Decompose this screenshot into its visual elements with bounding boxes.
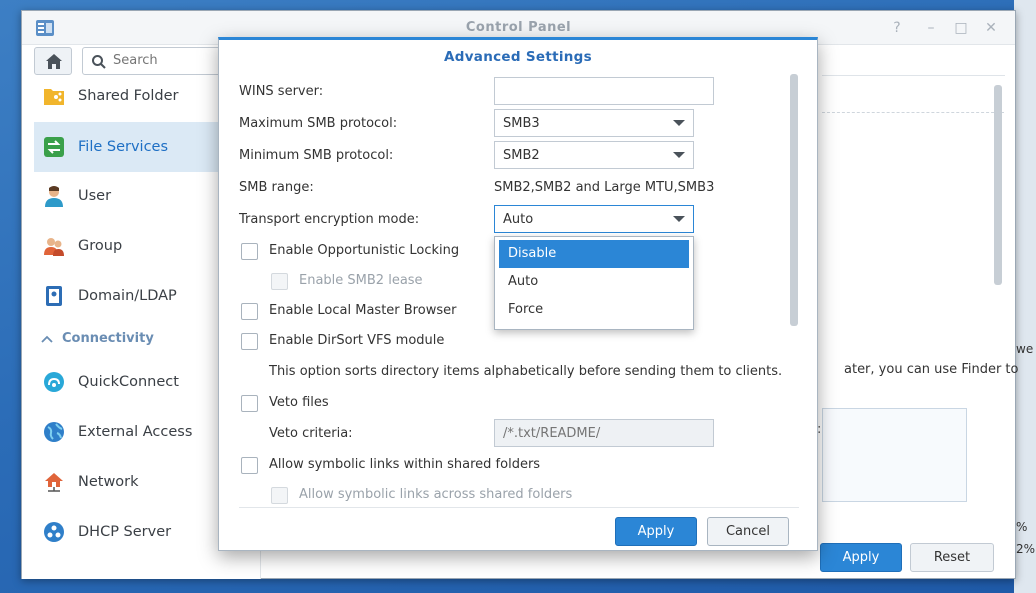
window-title: Control Panel xyxy=(465,20,572,35)
search-box[interactable] xyxy=(82,47,222,75)
cancel-button[interactable]: Cancel xyxy=(707,517,789,546)
file-services-icon xyxy=(42,135,66,159)
wins-server-label: WINS server: xyxy=(239,84,324,99)
transport-encryption-select[interactable]: Auto xyxy=(494,205,694,233)
opportunistic-locking-checkbox[interactable] xyxy=(241,243,258,260)
close-button[interactable]: ✕ xyxy=(982,19,1000,37)
transport-encryption-label: Transport encryption mode: xyxy=(239,212,420,227)
wins-server-field[interactable] xyxy=(494,77,714,105)
veto-files-label[interactable]: Veto files xyxy=(269,395,329,410)
dialog-title: Advanced Settings xyxy=(444,49,592,65)
chevron-up-icon xyxy=(41,335,53,343)
search-input[interactable] xyxy=(113,53,213,68)
sidebar-item-label: Shared Folder xyxy=(78,88,179,104)
chevron-down-icon xyxy=(673,120,685,126)
maximize-button[interactable]: □ xyxy=(952,19,970,37)
chevron-down-icon xyxy=(673,216,685,222)
edge-text-3: 2% xyxy=(1016,542,1036,556)
smb-range-label: SMB range: xyxy=(239,180,314,195)
min-smb-label: Minimum SMB protocol: xyxy=(239,148,394,163)
sidebar-item-label: Network xyxy=(78,474,139,490)
minimize-button[interactable]: – xyxy=(922,19,940,37)
max-smb-select[interactable]: SMB3 xyxy=(494,109,694,137)
group-icon xyxy=(42,234,66,258)
quickconnect-icon xyxy=(42,370,66,394)
dropdown-option-auto[interactable]: Auto xyxy=(499,268,689,296)
globe-icon xyxy=(42,420,66,444)
local-master-browser-checkbox[interactable] xyxy=(241,303,258,320)
smb2-lease-label: Enable SMB2 lease xyxy=(299,273,423,288)
dhcp-icon xyxy=(42,520,66,544)
min-smb-select[interactable]: SMB2 xyxy=(494,141,694,169)
max-smb-label: Maximum SMB protocol: xyxy=(239,116,398,131)
smb-range-value: SMB2,SMB2 and Large MTU,SMB3 xyxy=(494,180,715,195)
sidebar-item-label: DHCP Server xyxy=(78,524,172,540)
pane-hint-text: ater, you can use Finder to xyxy=(844,362,1019,377)
veto-criteria-label: Veto criteria: xyxy=(269,426,353,441)
pane-dashed-divider xyxy=(822,112,1004,113)
pane-info-box xyxy=(822,408,967,502)
dirsort-vfs-label[interactable]: Enable DirSort VFS module xyxy=(269,333,444,348)
home-button[interactable] xyxy=(34,47,72,75)
dialog-scrollbar[interactable] xyxy=(790,74,798,326)
domain-ldap-icon xyxy=(42,284,66,308)
sidebar-item-label: File Services xyxy=(78,139,169,155)
section-header-connectivity[interactable]: Connectivity xyxy=(40,331,154,346)
veto-files-checkbox[interactable] xyxy=(241,395,258,412)
search-icon xyxy=(92,55,106,69)
local-master-browser-label[interactable]: Enable Local Master Browser xyxy=(269,303,456,318)
veto-criteria-field[interactable] xyxy=(494,419,714,447)
symlinks-across-label: Allow symbolic links across shared folde… xyxy=(299,487,573,502)
transport-encryption-dropdown: Disable Auto Force xyxy=(494,236,694,330)
sidebar-item-label: QuickConnect xyxy=(78,374,179,390)
dirsort-description: This option sorts directory items alphab… xyxy=(269,364,783,379)
sidebar-item-label: User xyxy=(78,188,112,204)
smb2-lease-checkbox[interactable] xyxy=(271,273,288,290)
symlinks-across-checkbox[interactable] xyxy=(271,487,288,504)
wins-server-input[interactable] xyxy=(495,78,713,104)
apply-button[interactable]: Apply xyxy=(615,517,697,546)
symlinks-within-checkbox[interactable] xyxy=(241,457,258,474)
veto-criteria-input[interactable] xyxy=(495,420,713,446)
transport-encryption-value: Auto xyxy=(503,211,534,227)
dialog-footer-divider xyxy=(239,507,799,508)
help-button[interactable]: ? xyxy=(888,19,906,37)
folder-share-icon xyxy=(42,84,66,108)
pane-apply-button[interactable]: Apply xyxy=(820,543,902,572)
network-house-icon xyxy=(42,470,66,494)
dirsort-vfs-checkbox[interactable] xyxy=(241,333,258,350)
pane-scrollbar[interactable] xyxy=(994,85,1002,285)
opportunistic-locking-label[interactable]: Enable Opportunistic Locking xyxy=(269,243,459,258)
dropdown-option-disable[interactable]: Disable xyxy=(499,240,689,268)
advanced-settings-dialog: Advanced Settings WINS server: Maximum S… xyxy=(218,37,818,551)
pane-reset-button[interactable]: Reset xyxy=(910,543,994,572)
edge-text-1: we xyxy=(1016,342,1034,356)
sidebar-item-label: Domain/LDAP xyxy=(78,288,177,304)
dropdown-option-force[interactable]: Force xyxy=(499,296,689,324)
edge-text-2: % xyxy=(1016,520,1028,534)
symlinks-within-label[interactable]: Allow symbolic links within shared folde… xyxy=(269,457,540,472)
sidebar-item-label: Group xyxy=(78,238,123,254)
user-icon xyxy=(42,184,66,208)
pane-divider xyxy=(822,75,1005,76)
section-header-label: Connectivity xyxy=(62,331,154,346)
min-smb-value: SMB2 xyxy=(503,147,540,163)
max-smb-value: SMB3 xyxy=(503,115,540,131)
desktop-right-edge xyxy=(1014,0,1036,593)
sidebar-item-label: External Access xyxy=(78,424,193,440)
chevron-down-icon xyxy=(673,152,685,158)
